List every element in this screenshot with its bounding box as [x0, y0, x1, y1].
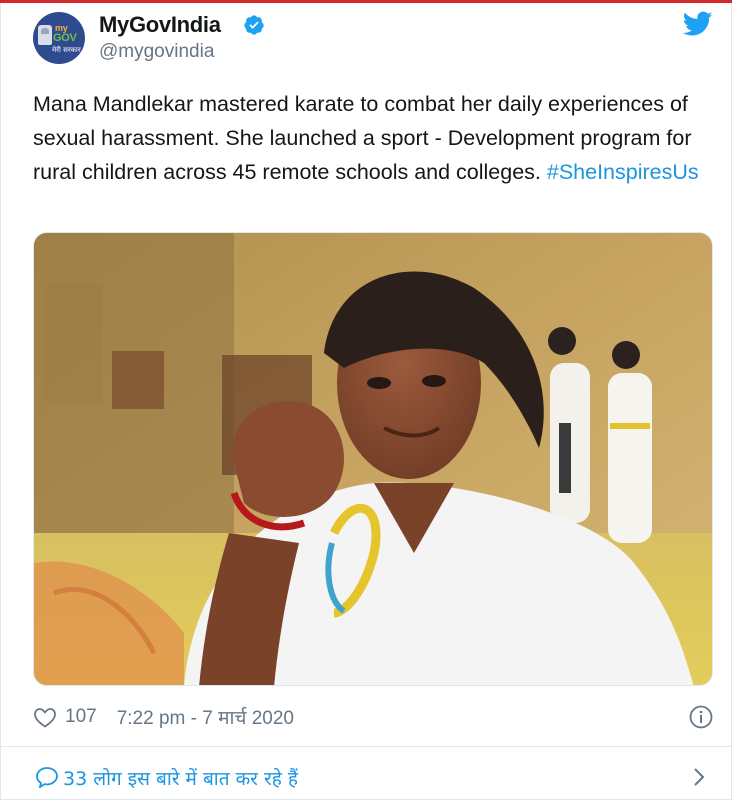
twitter-bird-icon[interactable]	[683, 11, 713, 37]
emblem-icon	[38, 25, 52, 45]
display-name[interactable]: MyGovIndia	[99, 12, 221, 38]
hashtag-link[interactable]: #SheInspiresUs	[547, 160, 699, 184]
heart-icon[interactable]	[33, 706, 57, 728]
info-icon[interactable]	[689, 705, 713, 729]
avatar-logo-hindi: मेरी सरकार	[52, 46, 81, 54]
chevron-right-icon[interactable]	[691, 766, 707, 788]
handle[interactable]: @mygovindia	[99, 41, 214, 63]
tweet-text: Mana Mandlekar mastered karate to combat…	[33, 87, 705, 189]
conversation-link[interactable]: 33 लोग इस बारे में बात कर रहे हैं	[1, 747, 732, 800]
verified-badge-icon	[244, 15, 264, 35]
avatar[interactable]: my GOV मेरी सरकार	[33, 12, 85, 64]
tweet-meta: 107 7:22 pm - 7 मार्च 2020	[33, 705, 294, 729]
avatar-logo-gov: GOV	[53, 32, 77, 44]
conversation-label[interactable]: 33 लोग इस बारे में बात कर रहे हैं	[63, 765, 298, 791]
tweet-card: my GOV मेरी सरकार MyGovIndia @mygovindia…	[0, 3, 732, 800]
tweet-timestamp[interactable]: 7:22 pm - 7 मार्च 2020	[117, 704, 294, 730]
speech-bubble-icon	[36, 767, 58, 788]
tweet-photo[interactable]	[33, 232, 713, 686]
like-count[interactable]: 107	[65, 706, 97, 728]
karate-photo-illustration	[34, 233, 712, 685]
